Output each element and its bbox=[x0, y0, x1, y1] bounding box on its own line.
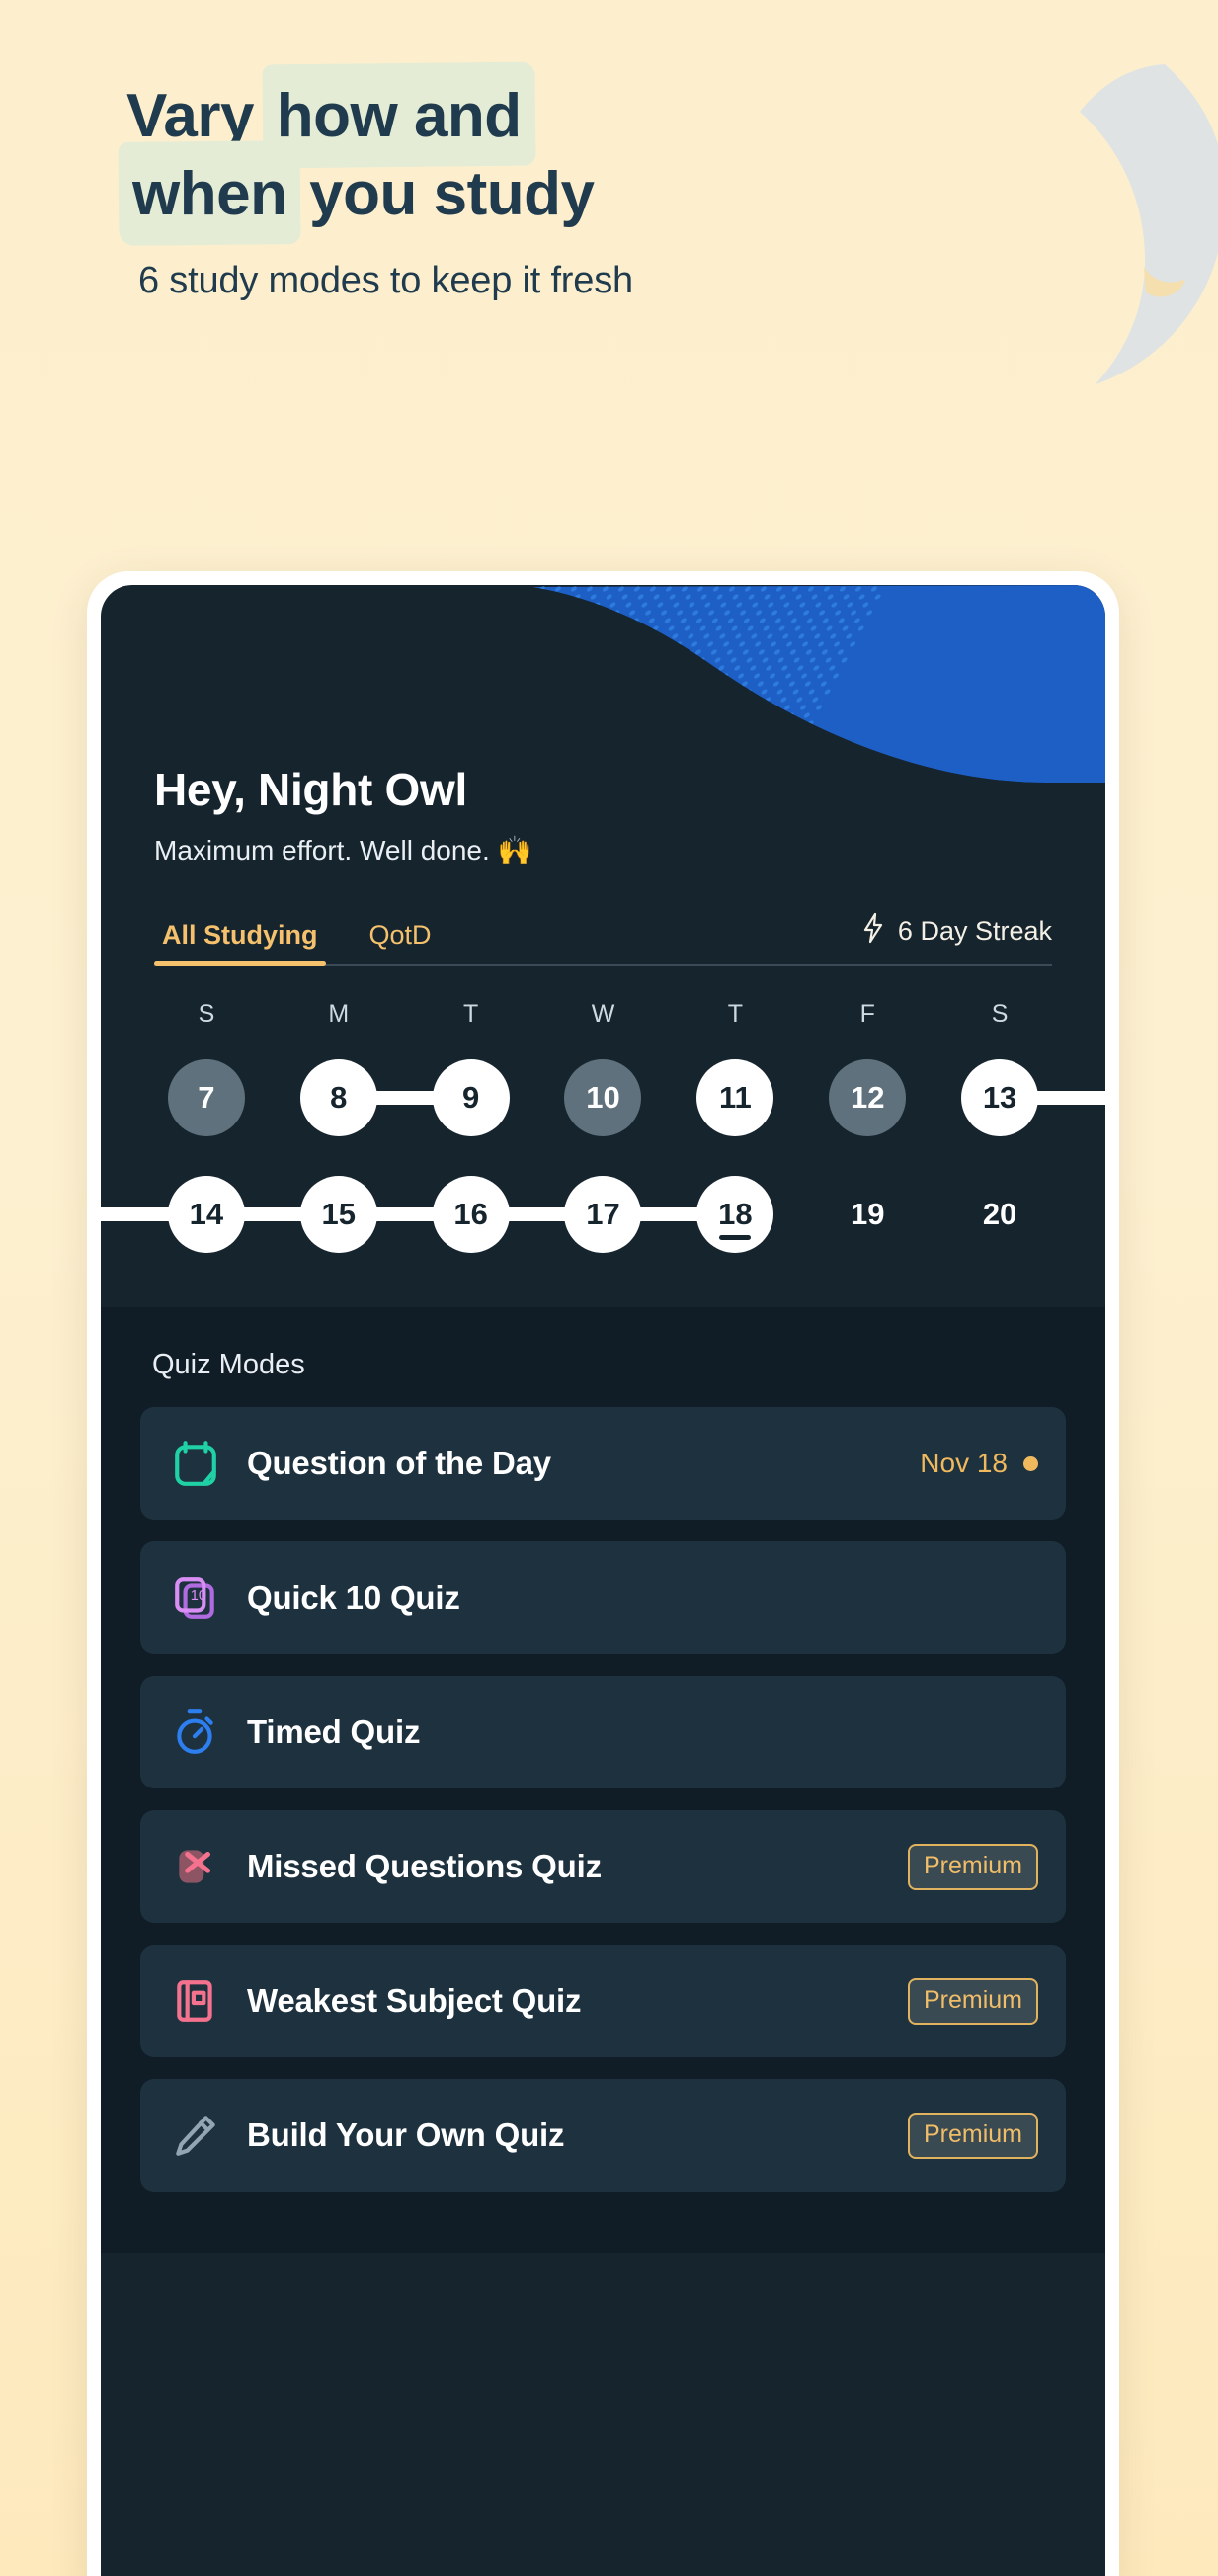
quiz-mode-meta: Nov 18 bbox=[920, 1448, 1038, 1479]
day-number: 9 bbox=[432, 1059, 510, 1136]
phone-mockup: Hey, Night Owl Maximum effort. Well done… bbox=[87, 571, 1119, 2576]
streak-calendar: S M T W T F S 7 8 9 10 11 12 13 14 15 16… bbox=[101, 966, 1105, 1266]
pencil-icon bbox=[168, 2108, 223, 2163]
tab-all-studying[interactable]: All Studying bbox=[154, 920, 326, 966]
book-icon bbox=[168, 1973, 223, 2029]
phone-frame: Hey, Night Owl Maximum effort. Well done… bbox=[87, 571, 1119, 2576]
tab-qotd[interactable]: QotD bbox=[362, 920, 440, 964]
calendar-day[interactable]: 19 bbox=[801, 1163, 934, 1266]
quiz-mode-label: Question of the Day bbox=[247, 1445, 551, 1481]
quiz-mode-timed[interactable]: Timed Quiz bbox=[140, 1676, 1066, 1788]
quiz-mode-meta: Premium bbox=[907, 1843, 1038, 1890]
x-mark-icon bbox=[168, 1839, 223, 1894]
quiz-mode-label: Weakest Subject Quiz bbox=[247, 1982, 582, 2019]
premium-badge[interactable]: Premium bbox=[907, 1977, 1038, 2025]
quiz-modes-heading: Quiz Modes bbox=[152, 1349, 305, 1380]
app-header: Hey, Night Owl Maximum effort. Well done… bbox=[101, 585, 1105, 966]
day-number: 17 bbox=[564, 1176, 642, 1253]
dow-label: T bbox=[727, 1000, 743, 1028]
dow-label: T bbox=[462, 1000, 479, 1028]
calendar-day[interactable]: 8 bbox=[273, 1046, 407, 1149]
stopwatch-icon bbox=[168, 1704, 223, 1760]
day-number: 15 bbox=[299, 1176, 377, 1253]
calendar-day[interactable]: 9 bbox=[402, 1046, 537, 1149]
calendar-week-row: 7 8 9 10 11 12 13 bbox=[140, 1046, 1105, 1149]
day-number: 18 bbox=[696, 1176, 774, 1253]
quiz-mode-weakest-subject[interactable]: Weakest Subject Quiz Premium bbox=[140, 1945, 1066, 2057]
day-number: 14 bbox=[167, 1176, 245, 1253]
title-part-2: you study bbox=[292, 160, 595, 229]
calendar-day[interactable]: 15 bbox=[270, 1163, 407, 1266]
day-number: 16 bbox=[432, 1176, 510, 1253]
calendar-day[interactable]: 7 bbox=[140, 1046, 273, 1149]
calendar-day[interactable]: 11 bbox=[669, 1046, 801, 1149]
dow-label: S bbox=[991, 1000, 1009, 1028]
cards-10-icon: 10 bbox=[168, 1570, 223, 1625]
day-number: 20 bbox=[982, 1197, 1017, 1231]
quiz-mode-label: Quick 10 Quiz bbox=[247, 1579, 460, 1616]
quiz-mode-date: Nov 18 bbox=[920, 1448, 1008, 1478]
calendar-day[interactable]: 10 bbox=[537, 1046, 670, 1149]
svg-text:10: 10 bbox=[191, 1588, 206, 1604]
title-highlight-1: how and bbox=[271, 77, 528, 155]
day-number: 7 bbox=[167, 1059, 245, 1136]
day-number: 19 bbox=[850, 1197, 885, 1231]
quiz-mode-quick-10[interactable]: 10 Quick 10 Quiz bbox=[140, 1541, 1066, 1654]
tab-bar: All Studying QotD 6 Day Streak bbox=[154, 912, 1052, 966]
calendar-day[interactable]: 20 bbox=[934, 1163, 1066, 1266]
quiz-mode-label: Timed Quiz bbox=[247, 1713, 421, 1750]
premium-badge[interactable]: Premium bbox=[907, 1843, 1038, 1890]
quiz-mode-build-your-own[interactable]: Build Your Own Quiz Premium bbox=[140, 2079, 1066, 2192]
app-screen: Hey, Night Owl Maximum effort. Well done… bbox=[101, 585, 1105, 2576]
page-title: Vary how and when you study bbox=[0, 77, 1218, 234]
streak-indicator: 6 Day Streak bbox=[860, 912, 1052, 964]
dow-label: F bbox=[859, 1000, 875, 1028]
day-number: 11 bbox=[696, 1059, 774, 1136]
calendar-day[interactable]: 14 bbox=[101, 1163, 275, 1266]
quiz-mode-missed-questions[interactable]: Missed Questions Quiz Premium bbox=[140, 1810, 1066, 1923]
status-badge bbox=[1023, 1455, 1038, 1471]
premium-badge[interactable]: Premium bbox=[907, 2112, 1038, 2159]
dow-label: M bbox=[328, 1000, 350, 1028]
quiz-mode-question-of-the-day[interactable]: Question of the Day Nov 18 bbox=[140, 1407, 1066, 1520]
calendar-day-today[interactable]: 18 bbox=[667, 1163, 801, 1266]
calendar-week-row: 14 15 16 17 18 19 20 bbox=[101, 1163, 1066, 1266]
quiz-mode-label: Build Your Own Quiz bbox=[247, 2117, 565, 2153]
hero-section: Vary how and when you study 6 study mode… bbox=[0, 0, 1218, 302]
quiz-modes-section: Quiz Modes Question of the Day Nov 18 10… bbox=[101, 1307, 1105, 2253]
title-highlight-2: when bbox=[126, 155, 292, 233]
streak-label: 6 Day Streak bbox=[897, 916, 1052, 946]
dow-label: S bbox=[198, 1000, 215, 1028]
page-subtitle: 6 study modes to keep it fresh bbox=[138, 259, 633, 301]
day-number: 12 bbox=[829, 1059, 907, 1136]
quiz-mode-meta: Premium bbox=[907, 1977, 1038, 2025]
dow-label: W bbox=[591, 1000, 615, 1028]
quiz-mode-label: Missed Questions Quiz bbox=[247, 1848, 602, 1884]
quiz-mode-meta: Premium bbox=[907, 2112, 1038, 2159]
greeting-subtitle: Maximum effort. Well done. 🙌 bbox=[154, 835, 532, 866]
day-number: 13 bbox=[961, 1059, 1039, 1136]
day-number: 10 bbox=[564, 1059, 642, 1136]
day-number: 8 bbox=[299, 1059, 377, 1136]
calendar-day[interactable]: 17 bbox=[534, 1163, 672, 1266]
lightning-bolt-icon bbox=[860, 912, 886, 951]
calendar-icon bbox=[168, 1436, 223, 1491]
calendar-day[interactable]: 12 bbox=[801, 1046, 934, 1149]
day-of-week-row: S M T W T F S bbox=[140, 1000, 1066, 1046]
calendar-day[interactable]: 13 bbox=[934, 1046, 1105, 1149]
calendar-day[interactable]: 16 bbox=[402, 1163, 539, 1266]
greeting-title: Hey, Night Owl bbox=[154, 764, 467, 815]
